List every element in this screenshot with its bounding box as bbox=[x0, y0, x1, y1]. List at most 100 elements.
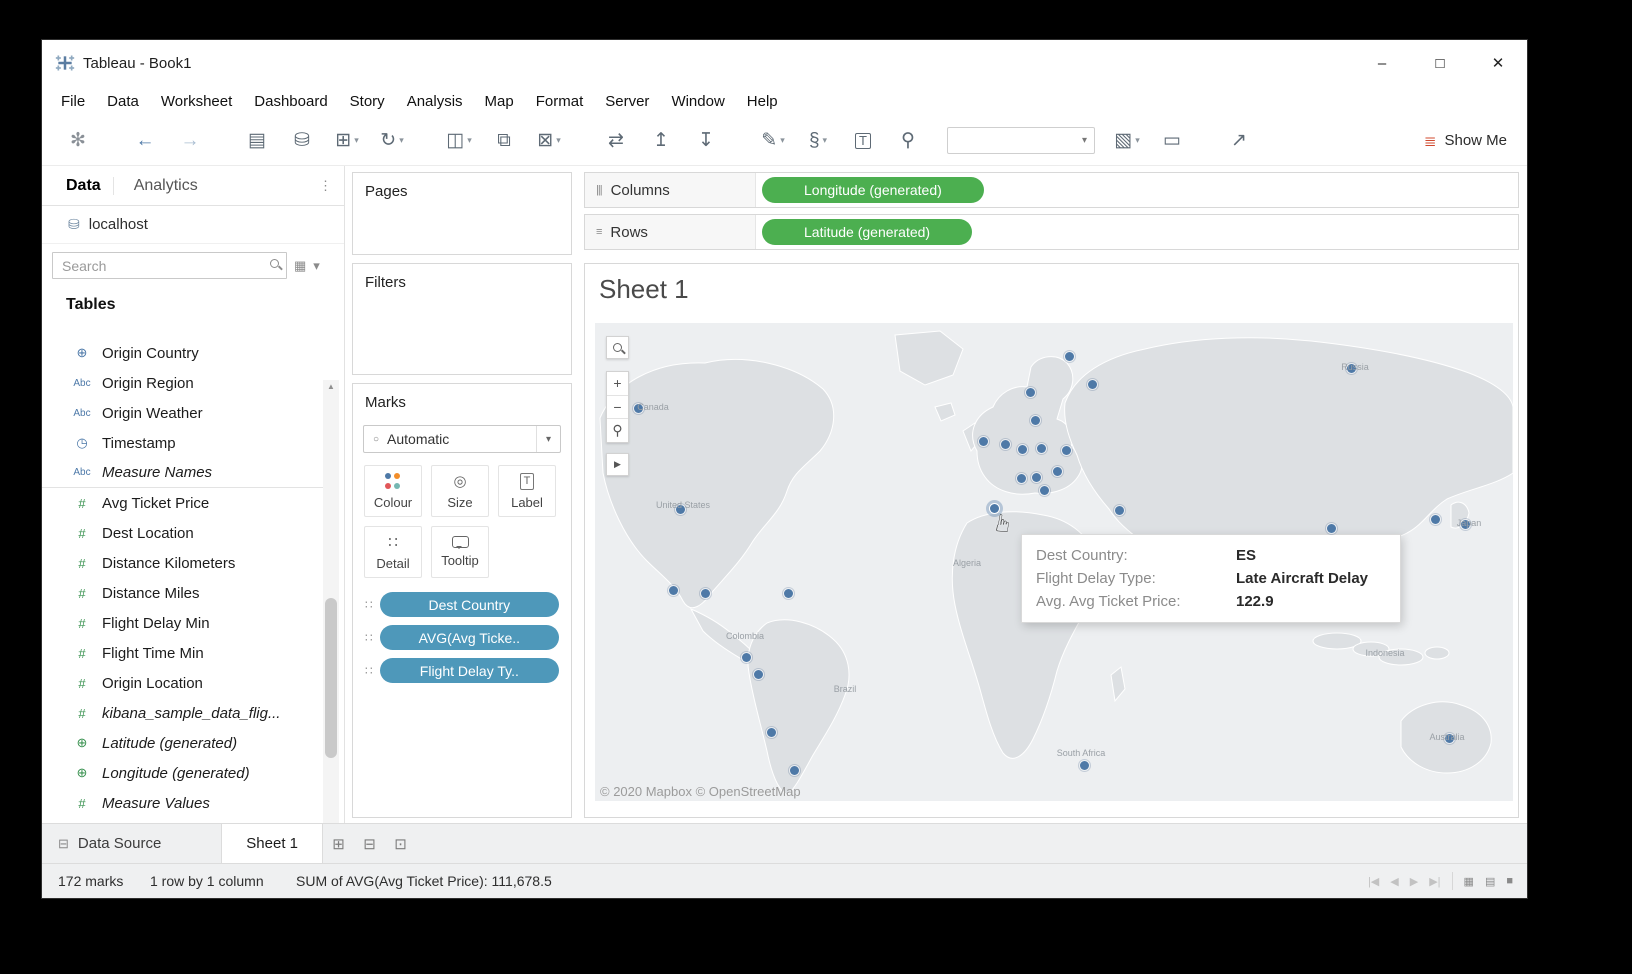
sheet-sorter-view-icon[interactable]: ■ bbox=[1506, 875, 1513, 887]
menu-item-server[interactable]: Server bbox=[594, 93, 660, 110]
rows-pill[interactable]: Latitude (generated) bbox=[762, 219, 972, 245]
connection-row[interactable]: ⛁ localhost bbox=[42, 206, 344, 244]
tab-data-source[interactable]: ⊟ Data Source bbox=[42, 824, 221, 863]
zoom-out-button[interactable]: − bbox=[607, 395, 628, 419]
marks-pill[interactable]: AVG(Avg Ticke.. bbox=[380, 625, 559, 650]
map-mark[interactable] bbox=[1431, 515, 1440, 524]
new-worksheet-icon[interactable]: ⊞▾ bbox=[333, 131, 361, 150]
new-story-button[interactable]: ⊡ bbox=[385, 835, 416, 853]
columns-pill[interactable]: Longitude (generated) bbox=[762, 177, 984, 203]
map-mark[interactable] bbox=[1017, 474, 1026, 483]
map-mark[interactable] bbox=[1062, 446, 1071, 455]
scrollbar-thumb[interactable] bbox=[325, 598, 337, 758]
new-data-source-icon[interactable]: ⛁ bbox=[288, 131, 316, 150]
jump-last-icon[interactable]: ▶| bbox=[1429, 875, 1440, 888]
field-measure-names[interactable]: AbcMeasure Names bbox=[42, 458, 324, 488]
show-me-button[interactable]: ≣ Show Me bbox=[1424, 132, 1507, 150]
tab-sheet1-active[interactable]: Sheet 1 bbox=[221, 824, 323, 863]
map-pin-button[interactable]: ⚲ bbox=[607, 418, 628, 442]
map-mark-hovered[interactable] bbox=[990, 504, 999, 513]
pane-options-icon[interactable]: ⋮ bbox=[319, 178, 344, 194]
field-dest-location[interactable]: #Dest Location bbox=[42, 518, 324, 548]
map-mark[interactable] bbox=[669, 586, 678, 595]
field-flight-delay-min[interactable]: #Flight Delay Min bbox=[42, 608, 324, 638]
view-as-grid-icon[interactable]: ▦ bbox=[294, 258, 306, 274]
filmstrip-view-icon[interactable]: ▤ bbox=[1485, 875, 1495, 888]
field-avg-ticket-price[interactable]: #Avg Ticket Price bbox=[42, 488, 324, 518]
field-distance-miles[interactable]: #Distance Miles bbox=[42, 578, 324, 608]
maximize-button[interactable]: □ bbox=[1411, 40, 1469, 86]
map-mark[interactable] bbox=[1065, 352, 1074, 361]
field-origin-country[interactable]: ⊕Origin Country bbox=[42, 338, 324, 368]
fields-scrollbar[interactable]: ▲ ▼ bbox=[323, 380, 339, 850]
map-search-button[interactable] bbox=[606, 336, 629, 359]
scroll-up-icon[interactable]: ▲ bbox=[323, 380, 339, 394]
chevron-down-icon[interactable]: ▾ bbox=[536, 426, 551, 452]
pages-card[interactable]: Pages bbox=[352, 172, 572, 255]
map-mark[interactable] bbox=[701, 589, 710, 598]
map-mark[interactable] bbox=[784, 589, 793, 598]
map-canvas[interactable]: + − ⚲ ▶ ☞ Dest Country:ESFlight Delay Ty… bbox=[595, 323, 1513, 801]
map-mark[interactable] bbox=[979, 437, 988, 446]
map-mark[interactable] bbox=[742, 653, 751, 662]
menu-item-file[interactable]: File bbox=[50, 93, 96, 110]
undo-icon[interactable]: ← bbox=[131, 131, 159, 150]
highlight-icon[interactable]: ✎▾ bbox=[759, 131, 787, 150]
columns-shelf[interactable]: ||| Columns Longitude (generated) bbox=[584, 172, 1519, 208]
map-mark[interactable] bbox=[1327, 524, 1336, 533]
format-icon[interactable]: §▾ bbox=[804, 131, 832, 150]
menu-item-worksheet[interactable]: Worksheet bbox=[150, 93, 243, 110]
search-options-caret-icon[interactable]: ▾ bbox=[313, 258, 320, 274]
map-controls-expand-button[interactable]: ▶ bbox=[606, 453, 629, 476]
map-mark[interactable] bbox=[1032, 473, 1041, 482]
size-button[interactable]: ◎Size bbox=[431, 465, 489, 517]
swap-axes-icon[interactable]: ⇄ bbox=[602, 131, 630, 150]
field-kibana-sample-data-flig[interactable]: #kibana_sample_data_flig... bbox=[42, 698, 324, 728]
map-mark[interactable] bbox=[790, 766, 799, 775]
map-mark[interactable] bbox=[1001, 440, 1010, 449]
sheet-tabs-view-icon[interactable]: ▦ bbox=[1464, 875, 1474, 888]
jump-first-icon[interactable]: |◀ bbox=[1368, 875, 1379, 888]
sort-ascending-icon[interactable]: ↥ bbox=[647, 131, 675, 150]
redo-icon[interactable]: → bbox=[176, 131, 204, 150]
search-input[interactable] bbox=[52, 252, 287, 279]
marks-pill[interactable]: Flight Delay Ty.. bbox=[380, 658, 559, 683]
map-mark[interactable] bbox=[1018, 445, 1027, 454]
field-measure-values[interactable]: #Measure Values bbox=[42, 788, 324, 818]
mark-labels-icon[interactable]: T bbox=[849, 133, 877, 149]
menu-item-analysis[interactable]: Analysis bbox=[396, 93, 474, 110]
new-dashboard-button[interactable]: ⊟ bbox=[354, 835, 385, 853]
field-origin-location[interactable]: #Origin Location bbox=[42, 668, 324, 698]
tab-analytics[interactable]: Analytics bbox=[113, 177, 210, 195]
mark-type-selector[interactable]: ○ Automatic ▾ bbox=[363, 425, 561, 453]
menu-item-story[interactable]: Story bbox=[339, 93, 396, 110]
map-mark[interactable] bbox=[1037, 444, 1046, 453]
tooltip-button[interactable]: Tooltip bbox=[431, 526, 489, 578]
duplicate-sheet-icon[interactable]: ⧉ bbox=[490, 131, 518, 150]
prev-sheet-icon[interactable]: ◀ bbox=[1390, 875, 1398, 888]
filters-card[interactable]: Filters bbox=[352, 263, 572, 375]
zoom-in-button[interactable]: + bbox=[607, 372, 628, 395]
next-sheet-icon[interactable]: ▶ bbox=[1410, 875, 1418, 888]
fix-map-icon[interactable]: ⚲ bbox=[894, 131, 922, 150]
label-button[interactable]: TLabel bbox=[498, 465, 556, 517]
map-mark[interactable] bbox=[767, 728, 776, 737]
field-latitude-generated[interactable]: ⊕Latitude (generated) bbox=[42, 728, 324, 758]
app-logo-icon[interactable]: ✻ bbox=[64, 131, 92, 150]
menu-item-window[interactable]: Window bbox=[660, 93, 735, 110]
menu-item-data[interactable]: Data bbox=[96, 93, 150, 110]
field-origin-weather[interactable]: AbcOrigin Weather bbox=[42, 398, 324, 428]
map-mark[interactable] bbox=[1080, 761, 1089, 770]
rows-shelf[interactable]: ≡ Rows Latitude (generated) bbox=[584, 214, 1519, 250]
map-mark[interactable] bbox=[1026, 388, 1035, 397]
field-flight-time-min[interactable]: #Flight Time Min bbox=[42, 638, 324, 668]
clear-sheet-icon[interactable]: ⊠▾ bbox=[535, 131, 563, 150]
sort-descending-icon[interactable]: ↧ bbox=[692, 131, 720, 150]
presentation-mode-icon[interactable]: ▭ bbox=[1158, 131, 1186, 150]
map-mark[interactable] bbox=[1053, 467, 1062, 476]
map-mark[interactable] bbox=[754, 670, 763, 679]
refresh-data-icon[interactable]: ↻▾ bbox=[378, 131, 406, 150]
menu-item-format[interactable]: Format bbox=[525, 93, 595, 110]
menu-item-dashboard[interactable]: Dashboard bbox=[243, 93, 338, 110]
show-hide-cards-icon[interactable]: ▧▾ bbox=[1113, 131, 1141, 150]
